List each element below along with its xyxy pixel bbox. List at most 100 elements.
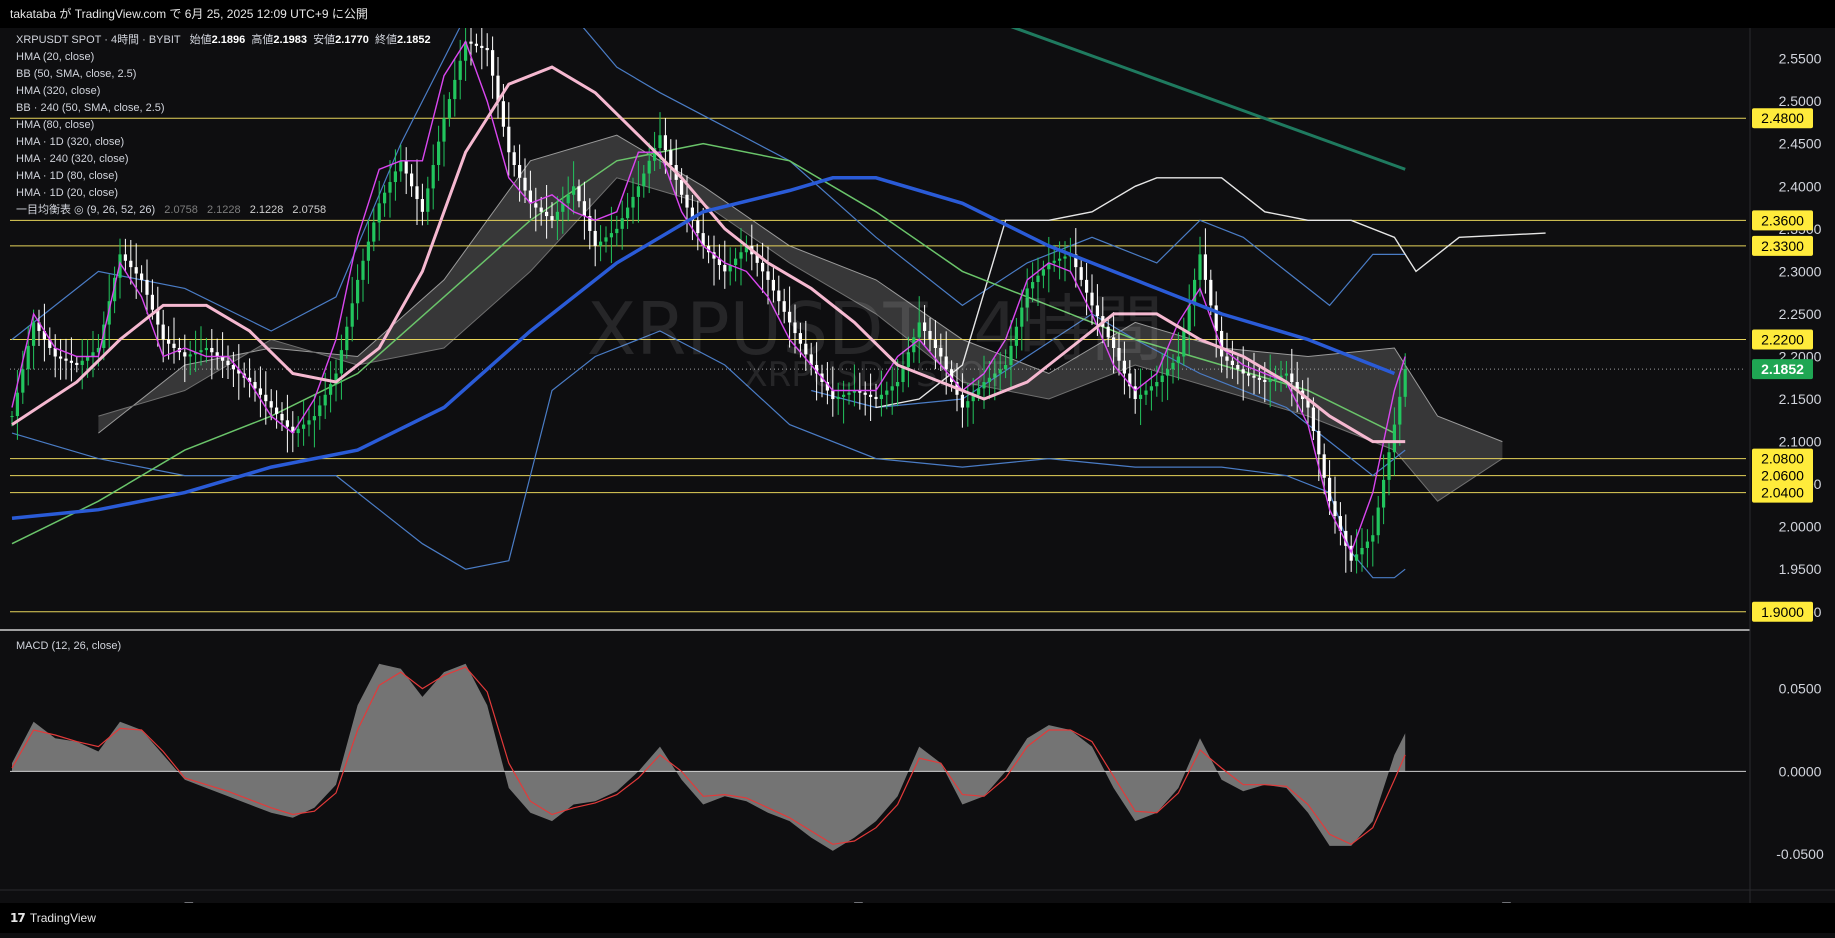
price-tick-label: 2.4000 bbox=[1779, 178, 1822, 194]
candle-body bbox=[350, 303, 354, 327]
candle-body bbox=[53, 347, 57, 357]
candle-body bbox=[782, 301, 786, 312]
price-tick-label: 2.5500 bbox=[1779, 51, 1822, 67]
candle-body bbox=[523, 177, 527, 191]
indicator-hma-1d-20[interactable]: HMA · 1D (20, close) bbox=[16, 185, 431, 202]
candle-body bbox=[1236, 364, 1240, 370]
indicator-hma-80[interactable]: HMA (80, close) bbox=[16, 117, 431, 134]
candle-body bbox=[318, 405, 322, 417]
candle-body bbox=[685, 194, 689, 208]
candle-body bbox=[1209, 279, 1213, 306]
candle-body bbox=[453, 79, 457, 100]
publisher-bar: takataba が TradingView.com で 6月 25, 2025… bbox=[0, 0, 1835, 28]
level-label: 2.3300 bbox=[1761, 238, 1804, 254]
candle-body bbox=[518, 165, 522, 178]
candle-body bbox=[458, 60, 462, 80]
candle-body bbox=[631, 196, 635, 208]
candle-body bbox=[507, 126, 511, 153]
candle-body bbox=[869, 394, 873, 397]
candle-body bbox=[663, 135, 667, 151]
candle-body bbox=[1166, 369, 1170, 376]
candle-body bbox=[210, 347, 214, 353]
candle-body bbox=[890, 386, 894, 391]
candle-body bbox=[161, 324, 165, 340]
symbol-ohlc-row[interactable]: XRPUSDT SPOT · 4時間 · BYBIT 始値2.1896 高値2.… bbox=[16, 32, 431, 49]
candle-body bbox=[987, 377, 991, 383]
candle-body bbox=[636, 186, 640, 197]
indicator-hma-320[interactable]: HMA (320, close) bbox=[16, 83, 431, 100]
candle-body bbox=[1176, 356, 1180, 363]
indicator-bb-240[interactable]: BB · 240 (50, SMA, close, 2.5) bbox=[16, 100, 431, 117]
indicator-ichimoku[interactable]: 一目均衡表 ◎ (9, 26, 52, 26) 2.0758 2.1228 2.… bbox=[16, 202, 431, 219]
candle-body bbox=[626, 207, 630, 219]
candle-body bbox=[253, 382, 257, 389]
candle-body bbox=[896, 382, 900, 387]
candle-body bbox=[1225, 356, 1229, 361]
macd-tick-label: -0.0500 bbox=[1776, 846, 1824, 862]
candle-body bbox=[280, 413, 284, 421]
candle-body bbox=[1095, 305, 1099, 317]
candle-body bbox=[145, 279, 149, 295]
candle-body bbox=[1387, 452, 1391, 480]
close-value: 2.1852 bbox=[396, 34, 431, 46]
candle-body bbox=[923, 322, 927, 331]
candle-body bbox=[469, 41, 473, 44]
candle-body bbox=[928, 330, 932, 340]
candle-body bbox=[555, 211, 559, 221]
trend-line bbox=[1005, 23, 1406, 171]
candle-body bbox=[1106, 326, 1110, 338]
candle-body bbox=[501, 101, 505, 127]
candle-body bbox=[1328, 477, 1332, 502]
candle-body bbox=[901, 367, 905, 383]
candle-body bbox=[734, 258, 738, 266]
candle-body bbox=[534, 203, 538, 208]
candle-body bbox=[944, 356, 948, 370]
indicator-hma-1d-80[interactable]: HMA · 1D (80, close) bbox=[16, 168, 431, 185]
indicator-bb-50[interactable]: BB (50, SMA, close, 2.5) bbox=[16, 66, 431, 83]
candle-body bbox=[134, 267, 138, 274]
candle-body bbox=[1063, 256, 1067, 259]
candle-body bbox=[1020, 307, 1024, 327]
candle-body bbox=[1257, 377, 1261, 380]
footer-bar: 𝟭𝟳 TradingView bbox=[0, 903, 1835, 933]
level-label: 2.3600 bbox=[1761, 212, 1804, 228]
ichimoku-value-1: 2.0758 bbox=[164, 204, 198, 216]
low-label: 安値 bbox=[313, 34, 336, 46]
candle-body bbox=[447, 99, 451, 119]
candle-body bbox=[356, 279, 360, 304]
candle-body bbox=[1058, 258, 1062, 261]
candle-body bbox=[140, 273, 144, 280]
candle-body bbox=[1355, 554, 1359, 561]
level-label: 2.2200 bbox=[1761, 331, 1804, 347]
indicator-hma-240-320[interactable]: HMA · 240 (320, close) bbox=[16, 151, 431, 168]
last-price-label: 2.1852 bbox=[1761, 361, 1804, 377]
indicator-hma-1d-320[interactable]: HMA · 1D (320, close) bbox=[16, 134, 431, 151]
publisher-line: takataba が TradingView.com で 6月 25, 2025… bbox=[10, 7, 368, 21]
candle-body bbox=[1031, 282, 1035, 289]
indicator-hma-20[interactable]: HMA (20, close) bbox=[16, 49, 431, 66]
candle-body bbox=[1284, 373, 1288, 376]
candle-body bbox=[658, 135, 662, 148]
open-value: 2.1896 bbox=[211, 34, 246, 46]
macd-legend[interactable]: MACD (12, 26, close) bbox=[16, 640, 121, 652]
candle-body bbox=[1182, 330, 1186, 357]
candle-body bbox=[771, 279, 775, 291]
candle-body bbox=[69, 360, 73, 363]
candle-body bbox=[491, 50, 495, 76]
symbol-line[interactable]: XRPUSDT SPOT · 4時間 · BYBIT bbox=[16, 34, 180, 46]
price-tick-label: 2.5000 bbox=[1779, 93, 1822, 109]
indicator-legend: XRPUSDT SPOT · 4時間 · BYBIT 始値2.1896 高値2.… bbox=[16, 32, 431, 219]
candle-body bbox=[361, 260, 365, 280]
candle-body bbox=[1268, 379, 1272, 383]
candle-body bbox=[1139, 394, 1143, 400]
candle-body bbox=[442, 118, 446, 142]
candle-body bbox=[345, 326, 349, 351]
candle-body bbox=[798, 333, 802, 344]
candle-body bbox=[566, 194, 570, 204]
candle-body bbox=[1333, 501, 1337, 517]
candle-body bbox=[1230, 360, 1234, 365]
candle-body bbox=[80, 360, 84, 365]
tradingview-brand[interactable]: TradingView bbox=[30, 911, 96, 925]
candle-body bbox=[312, 416, 316, 421]
close-label: 終値 bbox=[374, 34, 397, 46]
